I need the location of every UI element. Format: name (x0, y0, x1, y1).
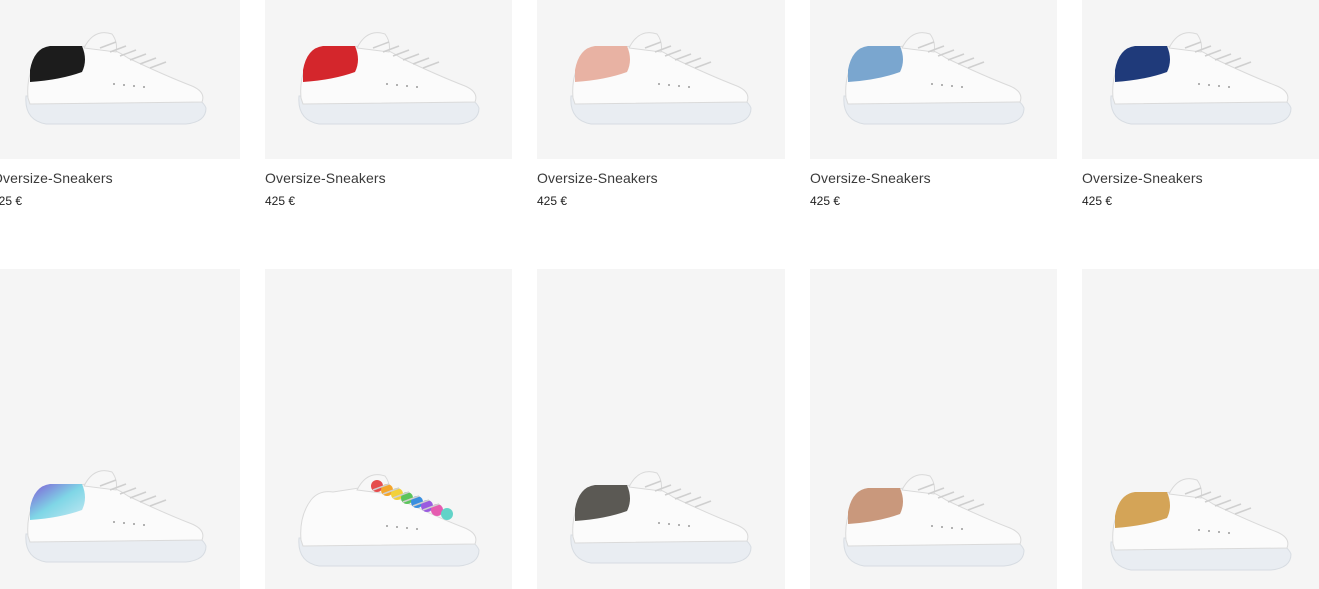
sneaker-light-blue-heel-icon (842, 32, 1025, 125)
product-name[interactable]: Oversize-Sneakers (265, 170, 386, 186)
product-grid: Oversize-Sneakers 425 € Oversize-Sneaker… (0, 0, 1319, 589)
sneaker-dark-grey-heel-icon (570, 471, 752, 564)
product-name[interactable]: Oversize-Sneakers (537, 170, 658, 186)
product-image[interactable] (0, 0, 240, 159)
sneaker-pink-heel-icon (570, 32, 752, 125)
product-image[interactable] (1082, 0, 1319, 159)
sneaker-multicolor-laces-icon (297, 474, 480, 567)
sneaker-rose-gold-heel-icon (842, 474, 1025, 567)
product-price: 425 € (0, 194, 23, 208)
sneaker-iridescent-heel-icon (25, 470, 207, 563)
product-name[interactable]: Oversize-Sneakers (0, 170, 113, 186)
product-image[interactable] (265, 269, 512, 589)
sneaker-navy-heel-icon (1109, 32, 1292, 125)
product-image[interactable] (0, 269, 240, 589)
product-name[interactable]: Oversize-Sneakers (810, 170, 931, 186)
product-image[interactable] (537, 0, 785, 159)
sneaker-black-heel-icon (25, 32, 207, 125)
sneaker-gold-heel-icon (1109, 478, 1292, 571)
product-image[interactable] (537, 269, 785, 589)
sneaker-red-heel-icon (297, 32, 480, 125)
product-image[interactable] (1082, 269, 1319, 589)
product-image[interactable] (810, 269, 1057, 589)
product-price: 425 € (537, 194, 568, 208)
product-image[interactable] (810, 0, 1057, 159)
product-price: 425 € (265, 194, 296, 208)
product-price: 425 € (1082, 194, 1113, 208)
product-name[interactable]: Oversize-Sneakers (1082, 170, 1203, 186)
product-image[interactable] (265, 0, 512, 159)
product-price: 425 € (810, 194, 841, 208)
